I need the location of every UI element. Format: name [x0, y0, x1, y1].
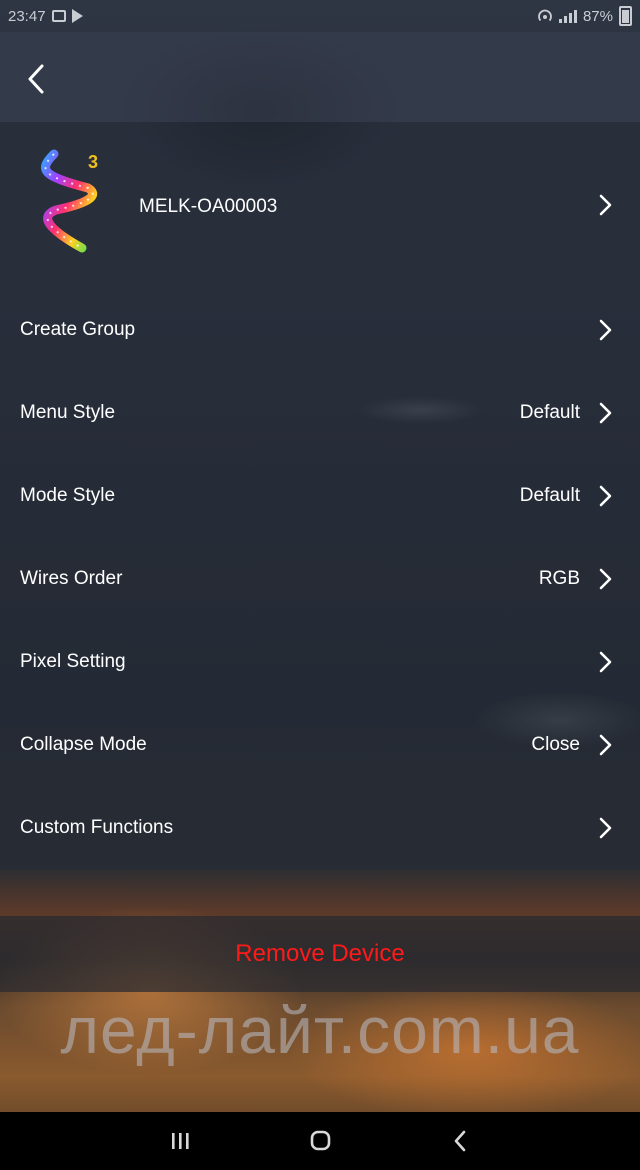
home-icon [310, 1130, 331, 1151]
home-button[interactable] [302, 1125, 338, 1157]
settings-panel: 3 MELK-OA00003 Create Group Menu Style D… [0, 122, 640, 870]
chevron-right-icon [599, 194, 612, 216]
chevron-right-icon [599, 734, 612, 755]
status-left: 23:47 [8, 8, 83, 25]
row-label: Create Group [20, 318, 136, 340]
status-bar: 23:47 87% [0, 0, 640, 32]
chevron-left-icon [28, 64, 44, 94]
chevron-right-icon [599, 817, 612, 838]
remove-device-label: Remove Device [235, 940, 405, 967]
play-store-icon [71, 9, 83, 23]
row-value: Default [519, 401, 580, 423]
status-time: 23:47 [8, 7, 46, 25]
chevron-right-icon [599, 651, 612, 672]
app-header [0, 32, 640, 122]
row-label: Collapse Mode [20, 733, 147, 755]
system-nav-bar [0, 1112, 640, 1170]
row-create-group[interactable]: Create Group [0, 288, 640, 371]
row-label: Menu Style [20, 401, 116, 423]
row-pixel-setting[interactable]: Pixel Setting [0, 620, 640, 703]
back-icon [454, 1130, 466, 1152]
row-label: Wires Order [20, 567, 123, 589]
nav-back-button[interactable] [442, 1125, 478, 1157]
chevron-right-icon [599, 402, 612, 423]
remove-device-button[interactable]: Remove Device [0, 916, 640, 992]
chevron-right-icon [599, 568, 612, 589]
recent-apps-icon [172, 1133, 189, 1149]
row-label: Pixel Setting [20, 650, 126, 672]
row-value: RGB [538, 567, 580, 589]
signal-icon [558, 9, 577, 23]
device-logo: 3 [41, 149, 98, 253]
row-label: Custom Functions [20, 816, 174, 838]
logo-badge: 3 [88, 152, 98, 172]
chevron-right-icon [599, 485, 612, 506]
chevron-right-icon [599, 319, 612, 340]
device-name: MELK-OA00003 [139, 196, 278, 217]
battery-percent: 87% [582, 7, 613, 25]
row-label: Mode Style [20, 484, 116, 506]
row-wires-order[interactable]: Wires Order RGB [0, 537, 640, 620]
status-right: 87% [537, 6, 632, 26]
watermark: лед-лайт.com.ua [60, 993, 580, 1067]
image-icon [51, 10, 66, 22]
row-menu-style[interactable]: Menu Style Default [0, 371, 640, 454]
row-value: Default [519, 484, 580, 506]
row-collapse-mode[interactable]: Collapse Mode Close [0, 703, 640, 786]
hotspot-icon [538, 9, 552, 22]
recent-apps-button[interactable] [162, 1125, 198, 1157]
row-value: Close [531, 733, 580, 755]
row-custom-functions[interactable]: Custom Functions [0, 786, 640, 869]
row-mode-style[interactable]: Mode Style Default [0, 454, 640, 537]
device-row[interactable]: 3 MELK-OA00003 [0, 122, 640, 288]
back-button[interactable] [22, 62, 52, 96]
battery-icon [619, 6, 632, 26]
